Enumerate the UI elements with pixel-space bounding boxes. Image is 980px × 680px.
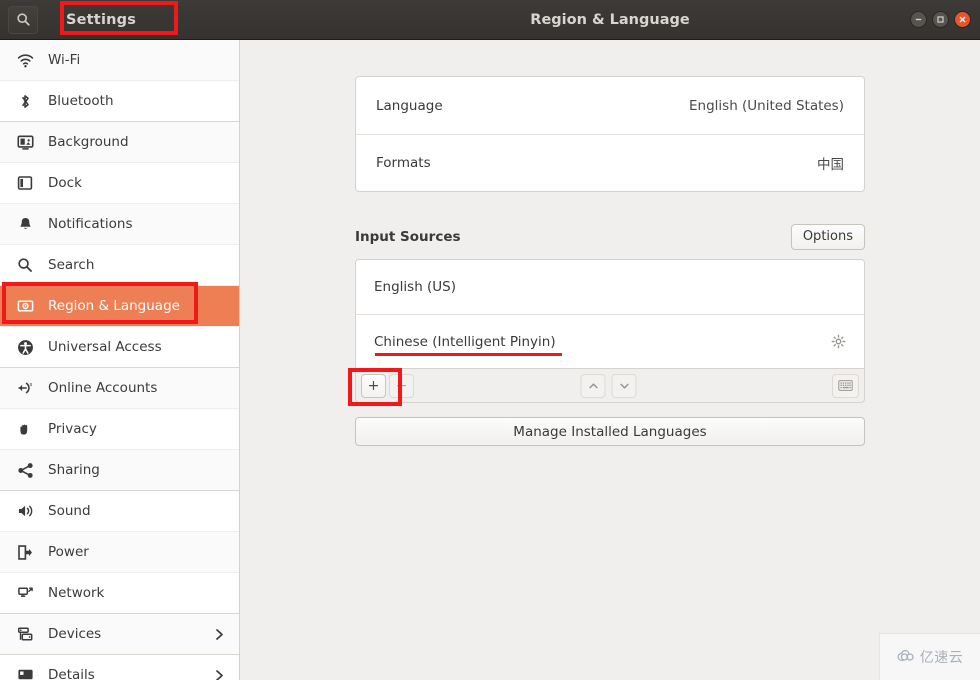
titlebar-left-section: Settings	[0, 0, 240, 39]
options-button[interactable]: Options	[791, 224, 865, 251]
sidebar-item-sharing[interactable]: Sharing	[0, 450, 239, 491]
sidebar-item-wi-fi[interactable]: Wi-Fi	[0, 40, 239, 81]
reorder-buttons	[581, 374, 640, 398]
details-icon	[12, 667, 38, 680]
chevron-down-icon[interactable]	[612, 374, 637, 398]
devices-icon	[12, 626, 38, 642]
cloud-icon	[897, 648, 917, 667]
svg-text:s: s	[29, 382, 32, 388]
keyboard-icon[interactable]	[832, 374, 859, 398]
power-battery-icon	[12, 544, 38, 561]
page-title: Region & Language	[240, 0, 980, 39]
input-sources-title: Input Sources	[355, 229, 791, 245]
sidebar-item-details[interactable]: Details	[0, 655, 239, 680]
close-icon[interactable]	[954, 11, 971, 28]
privacy-hand-icon	[12, 421, 38, 438]
gear-icon[interactable]	[831, 334, 846, 349]
dock-icon	[12, 175, 38, 191]
input-source-row[interactable]: Chinese (Intelligent Pinyin)	[356, 314, 864, 368]
sidebar-item-sound[interactable]: Sound	[0, 491, 239, 532]
sidebar-item-label: Sharing	[48, 462, 239, 478]
wifi-icon	[12, 52, 38, 69]
region-language-icon	[12, 298, 38, 314]
watermark-text: 亿速云	[920, 647, 964, 667]
bell-icon	[12, 216, 38, 232]
search-icon[interactable]	[8, 6, 38, 34]
setting-row-language[interactable]: LanguageEnglish (United States)	[356, 77, 864, 134]
sidebar-item-label: Notifications	[48, 216, 239, 232]
input-sources-header: Input Sources Options	[355, 222, 865, 252]
watermark: 亿速云	[879, 633, 980, 680]
chevron-right-icon	[214, 669, 225, 680]
network-icon	[12, 585, 38, 601]
sidebar-item-privacy[interactable]: Privacy	[0, 409, 239, 450]
sidebar-item-label: Wi-Fi	[48, 52, 239, 68]
manage-installed-languages-button[interactable]: Manage Installed Languages	[355, 417, 865, 446]
sidebar-item-label: Online Accounts	[48, 380, 239, 396]
sidebar-item-label: Devices	[48, 626, 214, 642]
sidebar-item-online-accounts[interactable]: s Online Accounts	[0, 368, 239, 409]
sidebar-item-label: Dock	[48, 175, 239, 191]
sidebar-item-label: Details	[48, 667, 214, 680]
setting-key: Formats	[376, 155, 817, 171]
sidebar-item-label: Sound	[48, 503, 239, 519]
window-controls	[910, 11, 971, 28]
sidebar-item-devices[interactable]: Devices	[0, 614, 239, 655]
online-accounts-icon: s	[12, 380, 38, 396]
content-column: LanguageEnglish (United States)Formats中国…	[355, 40, 865, 446]
sidebar-item-universal-access[interactable]: Universal Access	[0, 327, 239, 368]
sidebar-item-bluetooth[interactable]: Bluetooth	[0, 81, 239, 122]
sidebar-item-label: Universal Access	[48, 339, 239, 355]
sidebar-item-dock[interactable]: Dock	[0, 163, 239, 204]
sidebar-item-notifications[interactable]: Notifications	[0, 204, 239, 245]
window-body: Wi-Fi Bluetooth Background Dock Notificat…	[0, 40, 980, 680]
sidebar-item-label: Search	[48, 257, 239, 273]
chevron-up-icon[interactable]	[581, 374, 606, 398]
input-source-row[interactable]: English (US)	[356, 260, 864, 314]
sidebar-item-network[interactable]: Network	[0, 573, 239, 614]
sidebar-item-label: Privacy	[48, 421, 239, 437]
universal-access-icon	[12, 339, 38, 356]
bluetooth-icon	[12, 93, 38, 110]
language-panel: LanguageEnglish (United States)Formats中国	[355, 76, 865, 192]
maximize-icon[interactable]	[932, 11, 949, 28]
settings-sidebar[interactable]: Wi-Fi Bluetooth Background Dock Notificat…	[0, 40, 240, 680]
sidebar-item-search[interactable]: Search	[0, 245, 239, 286]
setting-row-formats[interactable]: Formats中国	[356, 134, 864, 191]
window-titlebar: Settings Region & Language	[0, 0, 980, 40]
sidebar-item-background[interactable]: Background	[0, 122, 239, 163]
sidebar-item-power[interactable]: Power	[0, 532, 239, 573]
input-sources-toolbar: + −	[355, 369, 865, 403]
settings-window: Settings Region & Language	[0, 0, 980, 680]
sidebar-item-label: Network	[48, 585, 239, 601]
remove-input-source-button[interactable]: −	[389, 374, 414, 398]
chevron-right-icon	[214, 628, 225, 641]
sidebar-item-label: Region & Language	[48, 298, 239, 314]
region-language-content: LanguageEnglish (United States)Formats中国…	[240, 40, 980, 680]
app-title: Settings	[66, 12, 136, 28]
sidebar-item-region-language[interactable]: Region & Language	[0, 286, 239, 327]
setting-value: 中国	[817, 153, 844, 173]
add-input-source-button[interactable]: +	[361, 374, 386, 398]
input-source-name: English (US)	[374, 279, 846, 295]
background-icon	[12, 134, 38, 151]
search-icon	[12, 257, 38, 273]
share-icon	[12, 462, 38, 479]
sidebar-item-label: Bluetooth	[48, 93, 239, 109]
setting-key: Language	[376, 98, 689, 114]
minimize-icon[interactable]	[910, 11, 927, 28]
sidebar-item-label: Power	[48, 544, 239, 560]
speaker-icon	[12, 503, 38, 519]
input-sources-list[interactable]: English (US) Chinese (Intelligent Pinyin)	[355, 259, 865, 369]
sidebar-item-label: Background	[48, 134, 239, 150]
setting-value: English (United States)	[689, 98, 844, 114]
input-source-name: Chinese (Intelligent Pinyin)	[374, 334, 831, 350]
